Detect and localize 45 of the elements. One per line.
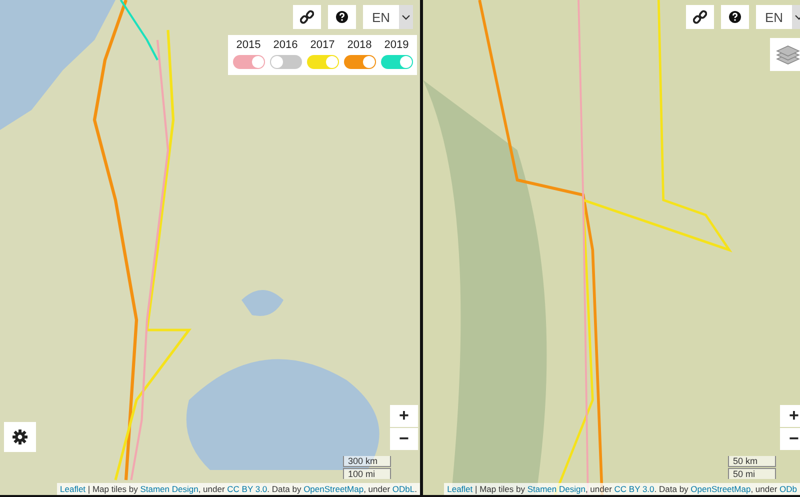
help-icon bbox=[336, 11, 348, 23]
scale-bar: 50 mi bbox=[728, 468, 776, 479]
zoom-out-button[interactable]: − bbox=[780, 428, 800, 450]
layers-icon bbox=[776, 44, 800, 66]
link-icon bbox=[300, 10, 314, 24]
attribution-link[interactable]: Leaflet bbox=[447, 484, 473, 494]
scale-bar: 50 km bbox=[728, 456, 776, 467]
attribution-link[interactable]: ODbL bbox=[392, 484, 415, 494]
link-icon bbox=[693, 10, 707, 24]
caret-icon bbox=[402, 14, 410, 20]
layers-button[interactable] bbox=[770, 38, 800, 71]
attribution-text: Leaflet | Map tiles by Stamen Design, under CC BY 3.0. Data by OpenStreetMap, under ODbL. bbox=[57, 483, 420, 495]
settings-button[interactable] bbox=[4, 422, 36, 452]
attribution-link[interactable]: CC BY 3.0 bbox=[227, 484, 268, 494]
attribution-link[interactable]: Stamen Design bbox=[140, 484, 198, 494]
language-select[interactable]: EN bbox=[756, 5, 800, 29]
scale-bar: 300 km bbox=[343, 456, 391, 467]
year-switch[interactable] bbox=[270, 55, 302, 69]
year-label: 2019 bbox=[384, 39, 409, 51]
year-switch[interactable] bbox=[232, 55, 264, 69]
attribution-link[interactable]: Leaflet bbox=[60, 484, 86, 494]
zoom-in-button[interactable]: + bbox=[390, 405, 418, 427]
year-switch[interactable] bbox=[306, 55, 338, 69]
year-switch[interactable] bbox=[380, 55, 412, 69]
help-button[interactable] bbox=[721, 5, 749, 29]
link-button[interactable] bbox=[293, 5, 321, 29]
zoom-in-button[interactable]: + bbox=[780, 405, 800, 427]
scale-bar: 100 mi bbox=[343, 468, 391, 479]
link-button[interactable] bbox=[686, 5, 714, 29]
attribution-link[interactable]: OpenStreetMap bbox=[690, 484, 751, 494]
attribution-link[interactable]: ODb bbox=[780, 484, 797, 494]
help-button[interactable] bbox=[328, 5, 356, 29]
year-switch[interactable] bbox=[344, 55, 376, 69]
year-label: 2017 bbox=[310, 39, 335, 51]
attribution-link[interactable]: OpenStreetMap bbox=[304, 484, 364, 494]
zoom-out-button[interactable]: − bbox=[390, 428, 418, 450]
attribution-text: Leaflet | Map tiles by Stamen Design, under CC BY 3.0. Data by OpenStreetMap, under ODb bbox=[444, 483, 800, 495]
year-label: 2018 bbox=[347, 39, 372, 51]
attribution-link[interactable]: CC BY 3.0 bbox=[614, 484, 654, 494]
year-label: 2015 bbox=[236, 39, 261, 51]
settings-icon bbox=[12, 429, 28, 445]
language-select[interactable]: EN bbox=[363, 5, 413, 29]
year-label: 2016 bbox=[273, 39, 298, 51]
help-icon bbox=[729, 11, 741, 23]
attribution-link[interactable]: Stamen Design bbox=[527, 484, 586, 494]
